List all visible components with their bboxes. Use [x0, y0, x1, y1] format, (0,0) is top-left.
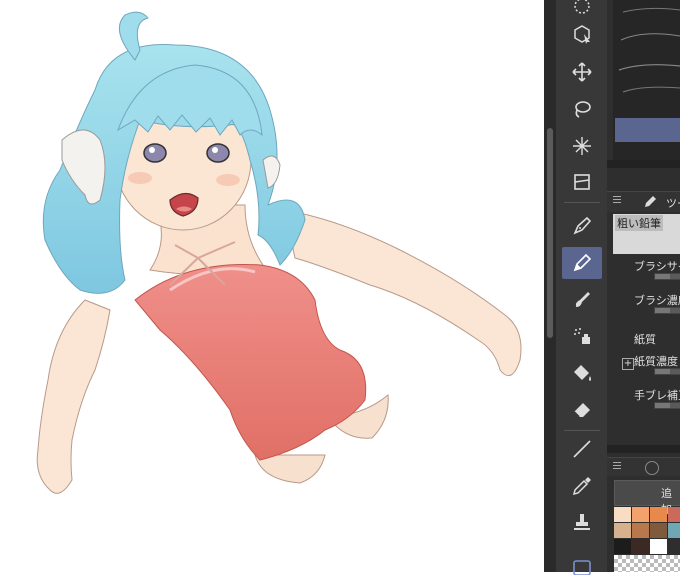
transparent-swatch[interactable]	[614, 555, 680, 572]
paper-density-slider[interactable]	[654, 368, 680, 375]
sub-tool-tab-label[interactable]: ツー	[666, 195, 680, 211]
brush-icon[interactable]	[562, 284, 602, 316]
color-swatch[interactable]	[614, 523, 631, 538]
selected-brush-name: 粗い鉛筆	[615, 215, 663, 231]
color-swatch[interactable]	[668, 523, 680, 538]
color-set-menu-icon[interactable]	[613, 462, 621, 470]
brush-density-label: ブラシ濃度	[634, 294, 680, 307]
canvas-scrollbar-thumb[interactable]	[547, 128, 553, 338]
color-set-header	[607, 457, 680, 476]
color-swatch[interactable]	[632, 539, 649, 554]
color-swatches	[614, 507, 680, 572]
color-swatch[interactable]	[668, 507, 680, 522]
panel-menu-icon[interactable]	[613, 196, 621, 204]
pencil-tab-icon	[645, 196, 656, 207]
color-swatch[interactable]	[614, 539, 631, 554]
fill-icon[interactable]	[562, 357, 602, 389]
drawing-canvas[interactable]	[0, 0, 544, 572]
stabilization-slider[interactable]	[654, 402, 680, 409]
brush-list-selected[interactable]	[615, 118, 680, 142]
color-swatch[interactable]	[650, 539, 667, 554]
magic-wand-icon[interactable]	[562, 130, 602, 162]
pen-icon[interactable]	[562, 210, 602, 242]
move-icon[interactable]	[562, 56, 602, 88]
stamp-icon[interactable]	[562, 506, 602, 538]
illustration	[36, 11, 522, 494]
lasso-icon[interactable]	[562, 93, 602, 125]
color-swatch[interactable]	[632, 523, 649, 538]
paper-label: 紙質	[634, 333, 656, 346]
right-panels: ツー 粗い鉛筆 ブラシサイ ブラシ濃度 紙質 + 紙質濃度 手ブレ補正 追加	[607, 0, 680, 572]
object-select-icon[interactable]	[562, 18, 602, 50]
airbrush-icon[interactable]	[562, 320, 602, 352]
transform-icon[interactable]	[562, 166, 602, 198]
color-swatch[interactable]	[614, 507, 631, 522]
stabilization-label: 手ブレ補正	[634, 389, 680, 402]
brush-density-slider[interactable]	[654, 307, 680, 314]
color-swatch[interactable]	[632, 507, 649, 522]
add-color-button[interactable]: 追加	[614, 480, 680, 516]
eyedropper-icon[interactable]	[562, 470, 602, 502]
tool-palette	[556, 0, 607, 575]
brush-size-label: ブラシサイ	[634, 260, 680, 273]
line-icon[interactable]	[562, 433, 602, 465]
eraser-icon[interactable]	[562, 394, 602, 426]
color-swatch[interactable]	[650, 523, 667, 538]
expand-plus-icon[interactable]: +	[622, 358, 634, 370]
brush-list[interactable]	[613, 0, 680, 160]
paper-density-label: 紙質濃度	[634, 355, 678, 368]
selected-brush-row[interactable]: 粗い鉛筆	[613, 214, 680, 254]
pencil-icon[interactable]	[562, 247, 602, 279]
frame-icon[interactable]	[562, 548, 602, 580]
sub-tool-header: ツー	[607, 191, 680, 212]
color-swatch[interactable]	[650, 507, 667, 522]
color-set-tab-icon[interactable]	[645, 461, 659, 475]
brush-size-slider[interactable]	[654, 273, 680, 280]
